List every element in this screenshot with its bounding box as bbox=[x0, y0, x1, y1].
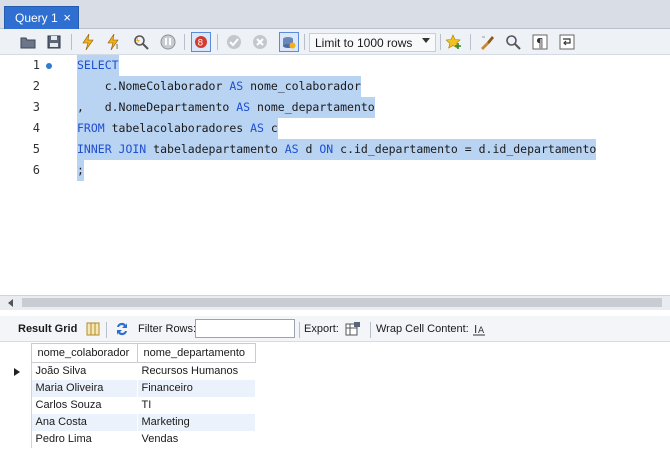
limit-rows-value: Limit to 1000 rows bbox=[315, 36, 413, 50]
table-row[interactable]: Carlos Souza TI bbox=[8, 396, 256, 414]
code-line[interactable]: c.NomeColaborador AS nome_colaborador bbox=[77, 76, 361, 97]
execute-current-icon[interactable]: I bbox=[104, 32, 124, 52]
filter-rows-label: Filter Rows: bbox=[138, 323, 197, 335]
chevron-down-icon bbox=[422, 38, 430, 43]
find-icon[interactable] bbox=[503, 32, 523, 52]
cell-nome-departamento[interactable]: TI bbox=[137, 396, 256, 414]
line-number: 4 bbox=[32, 121, 40, 135]
open-folder-icon[interactable] bbox=[18, 32, 38, 52]
bookmark-icon[interactable] bbox=[444, 32, 464, 52]
line-number: 2 bbox=[32, 79, 40, 93]
sql-editor-toolbar: I 8 Limit to 1000 rows ¶ bbox=[0, 29, 670, 55]
row-header[interactable] bbox=[8, 413, 32, 431]
sql-editor[interactable]: 1 2 3 4 5 6 SELECT c.NomeColaborador AS nome_… bbox=[0, 55, 670, 295]
svg-text:I: I bbox=[116, 43, 118, 50]
invisible-chars-icon[interactable]: ¶ bbox=[530, 32, 550, 52]
explain-icon[interactable] bbox=[131, 32, 151, 52]
svg-text:I: I bbox=[474, 323, 477, 336]
result-grid-tab[interactable]: Result Grid bbox=[18, 323, 77, 335]
table-row[interactable]: Maria Oliveira Financeiro bbox=[8, 379, 256, 397]
sql-text: , d.NomeDepartamento bbox=[77, 100, 237, 114]
sql-text: tabelacolaboradores bbox=[104, 121, 251, 135]
wrap-cell-icon[interactable]: IA bbox=[470, 320, 488, 338]
sql-keyword: AS bbox=[229, 79, 244, 93]
row-header[interactable] bbox=[8, 430, 32, 448]
cell-nome-departamento[interactable]: Vendas bbox=[137, 430, 256, 448]
code-line[interactable]: ; bbox=[77, 160, 84, 181]
stop-icon[interactable] bbox=[158, 32, 178, 52]
sql-text: c bbox=[263, 121, 278, 135]
rollback-icon[interactable] bbox=[250, 32, 270, 52]
sql-text: d bbox=[298, 142, 320, 156]
line-number: 5 bbox=[32, 142, 40, 156]
current-row-pointer-icon bbox=[14, 367, 20, 376]
cell-nome-colaborador[interactable]: Carlos Souza bbox=[31, 396, 138, 414]
column-header-nome-departamento[interactable]: nome_departamento bbox=[136, 343, 256, 363]
save-icon[interactable] bbox=[44, 32, 64, 52]
cell-nome-departamento[interactable]: Recursos Humanos bbox=[137, 362, 256, 380]
sql-text: tabeladepartamento bbox=[146, 142, 285, 156]
results-toolbar: Result Grid Filter Rows: Export: Wrap Ce… bbox=[0, 316, 670, 342]
row-header[interactable] bbox=[8, 362, 32, 380]
line-number: 3 bbox=[32, 100, 40, 114]
table-row[interactable]: Ana Costa Marketing bbox=[8, 413, 256, 431]
result-grid[interactable]: nome_colaborador nome_departamento João … bbox=[8, 343, 256, 448]
code-line[interactable]: , d.NomeDepartamento AS nome_departament… bbox=[77, 97, 375, 118]
tab-query-1[interactable]: Query 1 × bbox=[4, 6, 79, 29]
sql-text: nome_departamento bbox=[250, 100, 375, 114]
scrollbar-thumb[interactable] bbox=[22, 298, 662, 307]
code-line[interactable]: FROM tabelacolaboradores AS c bbox=[77, 118, 278, 139]
autocommit-icon[interactable] bbox=[279, 32, 299, 52]
toggle-error-icon[interactable]: 8 bbox=[191, 32, 211, 52]
sql-text: nome_colaborador bbox=[243, 79, 361, 93]
row-header-corner bbox=[8, 343, 31, 363]
execute-icon[interactable] bbox=[78, 32, 98, 52]
sql-keyword: AS bbox=[236, 100, 251, 114]
table-row[interactable]: Pedro Lima Vendas bbox=[8, 430, 256, 448]
editor-horizontal-scrollbar[interactable] bbox=[0, 295, 670, 310]
cell-nome-colaborador[interactable]: Ana Costa bbox=[31, 413, 138, 431]
export-icon[interactable] bbox=[344, 320, 362, 338]
table-row[interactable]: João Silva Recursos Humanos bbox=[8, 362, 256, 380]
line-number-gutter: 1 2 3 4 5 6 bbox=[0, 55, 52, 295]
grid-view-icon[interactable] bbox=[84, 320, 102, 338]
sql-text: ; bbox=[77, 163, 84, 177]
svg-text:¶: ¶ bbox=[536, 36, 544, 50]
export-label: Export: bbox=[304, 323, 339, 335]
cell-nome-colaborador[interactable]: João Silva bbox=[31, 362, 138, 380]
sql-text: c.NomeColaborador bbox=[77, 79, 230, 93]
line-number: 6 bbox=[32, 163, 40, 177]
code-line[interactable]: INNER JOIN tabeladepartamento AS d ON c.… bbox=[77, 139, 597, 160]
limit-rows-select[interactable]: Limit to 1000 rows bbox=[309, 33, 436, 52]
sql-keyword: ON bbox=[319, 142, 334, 156]
cell-nome-colaborador[interactable]: Pedro Lima bbox=[31, 430, 138, 448]
svg-text:A: A bbox=[478, 326, 485, 336]
scroll-left-icon[interactable] bbox=[8, 299, 13, 307]
close-tab-icon[interactable]: × bbox=[63, 10, 71, 25]
sql-keyword: FROM bbox=[77, 121, 105, 135]
wrap-icon[interactable] bbox=[557, 32, 577, 52]
sql-keyword: AS bbox=[250, 121, 264, 135]
filter-rows-input[interactable] bbox=[195, 319, 295, 338]
line-number: 1 bbox=[32, 58, 40, 72]
column-header-nome-colaborador[interactable]: nome_colaborador bbox=[30, 343, 138, 363]
commit-icon[interactable] bbox=[224, 32, 244, 52]
editor-tab-strip: Query 1 × bbox=[0, 0, 670, 29]
sql-text: c.id_departamento = d.id_departamento bbox=[333, 142, 597, 156]
tab-title: Query 1 bbox=[15, 11, 58, 25]
cell-nome-colaborador[interactable]: Maria Oliveira bbox=[31, 379, 138, 397]
code-line[interactable]: SELECT bbox=[77, 55, 119, 76]
cell-nome-departamento[interactable]: Financeiro bbox=[137, 379, 256, 397]
svg-text:8: 8 bbox=[198, 39, 204, 49]
refresh-icon[interactable] bbox=[113, 320, 131, 338]
row-header[interactable] bbox=[8, 396, 32, 414]
row-header[interactable] bbox=[8, 379, 32, 397]
wrap-cell-content-label: Wrap Cell Content: bbox=[376, 323, 469, 335]
sql-keyword: SELECT bbox=[77, 58, 119, 72]
cell-nome-departamento[interactable]: Marketing bbox=[137, 413, 256, 431]
beautify-icon[interactable] bbox=[477, 32, 497, 52]
sql-keyword: INNER JOIN bbox=[77, 142, 147, 156]
sql-keyword: AS bbox=[284, 142, 299, 156]
current-statement-marker bbox=[46, 63, 52, 69]
